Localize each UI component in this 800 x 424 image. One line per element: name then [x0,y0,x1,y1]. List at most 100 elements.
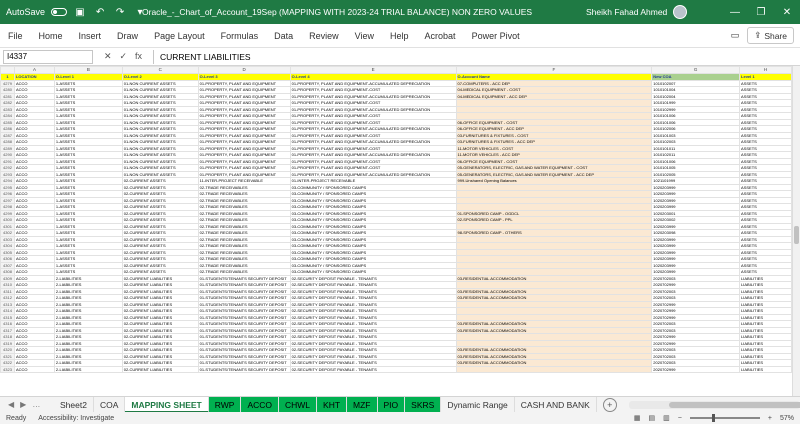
cell[interactable] [455,365,653,373]
cell[interactable]: 01-STUDENTS/TENANTS SECURITY DEPOSIT [197,274,291,282]
user-name: Sheikh Fahad Ahmed [586,7,668,17]
cell[interactable]: 2020702999 [651,365,741,373]
cell[interactable]: LIABILITIES [739,365,792,373]
cell[interactable]: 01-STUDENTS/TENANTS SECURITY DEPOSIT [197,359,291,367]
vertical-scrollbar[interactable] [792,66,800,396]
tab-page-layout[interactable]: Page Layout [146,24,213,48]
add-sheet-icon[interactable]: + [602,397,617,412]
tab-formulas[interactable]: Formulas [213,24,267,48]
sheet-tab[interactable]: PIO [377,396,406,413]
status-ready: Ready [6,414,27,422]
sheet-tab[interactable]: COA [94,396,126,413]
minimize-icon[interactable]: — [722,0,748,24]
undo-icon[interactable]: ↶ [93,5,107,19]
tab-help[interactable]: Help [382,24,417,48]
close-icon[interactable]: ✕ [774,0,800,24]
cell[interactable]: 01-STUDENTS/TENANTS SECURITY DEPOSIT [197,333,291,341]
save-icon[interactable]: ▣ [73,5,87,19]
normal-view-icon[interactable]: ▦ [634,414,641,422]
cell[interactable]: 01-STUDENTS/TENANTS SECURITY DEPOSIT [197,365,291,373]
column-header[interactable] [0,66,15,74]
sheet-nav: ◀ ▶ … [0,400,54,409]
sheet-tab[interactable]: KHT [317,396,348,413]
cell[interactable]: 01-STUDENTS/TENANTS SECURITY DEPOSIT [197,326,291,334]
sheet-tab[interactable]: ACCO [241,396,279,413]
autosave-label: AutoSave [6,7,46,17]
tab-data[interactable]: Data [266,24,301,48]
enter-icon[interactable]: ✓ [119,51,127,62]
sheet-tab[interactable]: Sheet2 [54,396,94,413]
cell[interactable]: 01-STUDENTS/TENANTS SECURITY DEPOSIT [197,307,291,315]
column-header[interactable]: F [455,66,653,74]
name-box[interactable]: I4337 [3,49,93,64]
cell[interactable]: 2-LIABILITIES [53,365,123,373]
vertical-scroll-thumb[interactable] [794,226,799,244]
zoom-out-icon[interactable]: − [678,415,682,422]
fx-icon[interactable]: fx [135,51,142,62]
sheet-tab[interactable]: SKRS [405,396,442,413]
cell[interactable]: 01-STUDENTS/TENANTS SECURITY DEPOSIT [197,320,291,328]
document-title: Oracle_-_Chart_of_Account_19Sep (MAPPING… [142,7,532,17]
sheet-tab[interactable]: Dynamic Range [441,396,515,413]
zoom-level[interactable]: 57% [780,415,794,422]
tab-home[interactable]: Home [31,24,71,48]
page-layout-view-icon[interactable]: ▤ [649,414,656,422]
column-header[interactable]: G [651,66,741,74]
redo-icon[interactable]: ↷ [113,5,127,19]
share-label: Share [764,30,787,41]
cell[interactable]: 02-CURRENT LIABILITIES [121,365,199,373]
sheet-tab[interactable]: MAPPING SHEET [125,396,209,413]
tab-file[interactable]: File [0,24,31,48]
cell[interactable]: ACCO [13,365,55,373]
more-sheets-icon[interactable]: … [32,400,40,409]
next-sheet-icon[interactable]: ▶ [20,400,26,409]
sheet-tab[interactable]: CHWL [279,396,318,413]
autosave-toggle[interactable] [51,8,68,16]
user-account[interactable]: Sheikh Fahad Ahmed [586,0,688,24]
status-bar: Ready Accessibility: Investigate ▦ ▤ ▥ −… [0,412,800,424]
tab-power-pivot[interactable]: Power Pivot [464,24,528,48]
zoom-knob[interactable] [711,414,715,422]
share-button[interactable]: ⇪ Share [747,27,794,44]
cell[interactable]: 01-STUDENTS/TENANTS SECURITY DEPOSIT [197,300,291,308]
row-header[interactable]: 4323 [0,365,15,373]
sheet-tab[interactable]: RWP [208,396,242,413]
comments-icon[interactable]: ▭ [731,30,740,41]
formula-controls: ✕ ✓ fx [93,51,153,62]
cell[interactable]: 01-STUDENTS/TENANTS SECURITY DEPOSIT [197,352,291,360]
horizontal-scrollbar[interactable] [628,400,800,409]
tab-review[interactable]: Review [301,24,347,48]
column-header[interactable]: D [197,66,291,74]
quick-access-toolbar: AutoSave ▣ ↶ ↷ ▾ [0,5,147,19]
cell[interactable]: 01-STUDENTS/TENANTS SECURITY DEPOSIT [197,287,291,295]
cell[interactable]: 01-STUDENTS/TENANTS SECURITY DEPOSIT [197,339,291,347]
column-header[interactable]: H [739,66,792,74]
zoom-slider[interactable] [689,414,760,422]
worksheet-grid[interactable]: ABCDEFGH 1 LOCATION O-Level 1 O-Level 2 O-Le… [0,66,792,396]
accessibility-status[interactable]: Accessibility: Investigate [38,415,114,422]
horizontal-scroll-thumb[interactable] [668,401,800,408]
sheet-tab[interactable]: MZF [347,396,378,413]
cancel-icon[interactable]: ✕ [104,51,112,62]
column-header[interactable]: C [121,66,199,74]
tab-acrobat[interactable]: Acrobat [417,24,464,48]
cell[interactable]: 01-STUDENTS/TENANTS SECURITY DEPOSIT [197,294,291,302]
column-header[interactable]: A [13,66,55,74]
tab-view[interactable]: View [347,24,382,48]
page-break-view-icon[interactable]: ▥ [663,414,670,422]
sheet-tab[interactable]: CASH AND BANK [515,396,597,413]
tab-draw[interactable]: Draw [109,24,146,48]
restore-icon[interactable]: ❐ [748,0,774,24]
prev-sheet-icon[interactable]: ◀ [8,400,14,409]
cell[interactable]: 02-SECURITY DEPOSIT PAYABLE - TENANTS [289,365,457,373]
tab-insert[interactable]: Insert [71,24,110,48]
cell[interactable]: 01-STUDENTS/TENANTS SECURITY DEPOSIT [197,346,291,354]
cell[interactable]: 01-STUDENTS/TENANTS SECURITY DEPOSIT [197,281,291,289]
column-header[interactable]: E [289,66,457,74]
cell[interactable]: 01-STUDENTS/TENANTS SECURITY DEPOSIT [197,313,291,321]
formula-input[interactable]: CURRENT LIABILITIES [153,49,800,64]
avatar[interactable] [673,5,688,19]
zoom-in-icon[interactable]: + [768,415,772,422]
column-header[interactable]: B [53,66,123,74]
ribbon-right: ▭ ⇪ Share [731,27,800,44]
